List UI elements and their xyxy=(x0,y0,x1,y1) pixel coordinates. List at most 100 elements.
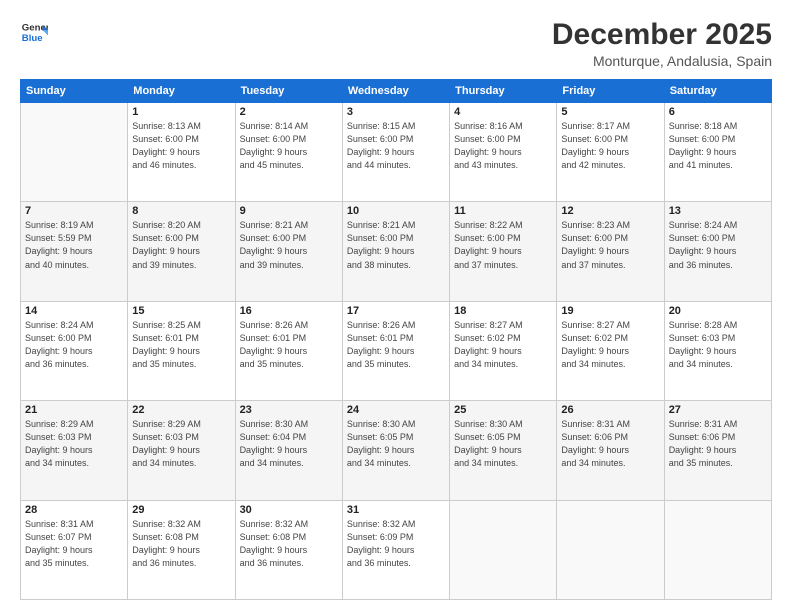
table-row: 15Sunrise: 8:25 AM Sunset: 6:01 PM Dayli… xyxy=(128,301,235,400)
day-info: Sunrise: 8:29 AM Sunset: 6:03 PM Dayligh… xyxy=(25,418,123,470)
calendar-week-row: 28Sunrise: 8:31 AM Sunset: 6:07 PM Dayli… xyxy=(21,500,772,599)
day-info: Sunrise: 8:31 AM Sunset: 6:06 PM Dayligh… xyxy=(561,418,659,470)
day-info: Sunrise: 8:19 AM Sunset: 5:59 PM Dayligh… xyxy=(25,219,123,271)
day-number: 4 xyxy=(454,106,552,118)
day-number: 9 xyxy=(240,205,338,217)
day-info: Sunrise: 8:14 AM Sunset: 6:00 PM Dayligh… xyxy=(240,120,338,172)
table-row: 25 Sunrise: 8:30 AM Sunset: 6:05 PM Dayli… xyxy=(450,401,557,500)
table-row: 10 Sunrise: 8:21 AM Sunset: 6:00 PM Dayli… xyxy=(342,202,449,301)
calendar-subtitle: Monturque, Andalusia, Spain xyxy=(552,53,772,69)
day-info: Sunrise: 8:32 AM Sunset: 6:09 PM Dayligh… xyxy=(347,518,445,570)
day-info: Sunrise: 8:21 AM Sunset: 6:00 PM Dayligh… xyxy=(240,219,338,271)
day-number: 31 xyxy=(347,504,445,516)
day-number: 8 xyxy=(132,205,230,217)
table-row: 26 Sunrise: 8:31 AM Sunset: 6:06 PM Dayli… xyxy=(557,401,664,500)
day-info: Sunrise: 8:20 AM Sunset: 6:00 PM Dayligh… xyxy=(132,219,230,271)
day-number: 18 xyxy=(454,305,552,317)
logo-icon: General Blue xyxy=(20,18,48,46)
day-number: 19 xyxy=(561,305,659,317)
day-number: 3 xyxy=(347,106,445,118)
day-number: 23 xyxy=(240,404,338,416)
table-row: 28Sunrise: 8:31 AM Sunset: 6:07 PM Dayli… xyxy=(21,500,128,599)
day-info: Sunrise: 8:26 AM Sunset: 6:01 PM Dayligh… xyxy=(347,319,445,371)
day-info: Sunrise: 8:30 AM Sunset: 6:05 PM Dayligh… xyxy=(347,418,445,470)
day-number: 17 xyxy=(347,305,445,317)
day-info: Sunrise: 8:29 AM Sunset: 6:03 PM Dayligh… xyxy=(132,418,230,470)
day-info: Sunrise: 8:22 AM Sunset: 6:00 PM Dayligh… xyxy=(454,219,552,271)
table-row: 2Sunrise: 8:14 AM Sunset: 6:00 PM Daylig… xyxy=(235,103,342,202)
svg-text:Blue: Blue xyxy=(22,33,43,44)
day-info: Sunrise: 8:23 AM Sunset: 6:00 PM Dayligh… xyxy=(561,219,659,271)
calendar-week-row: 21Sunrise: 8:29 AM Sunset: 6:03 PM Dayli… xyxy=(21,401,772,500)
col-saturday: Saturday xyxy=(664,80,771,103)
table-row: 23 Sunrise: 8:30 AM Sunset: 6:04 PM Dayli… xyxy=(235,401,342,500)
table-row xyxy=(557,500,664,599)
logo: General Blue xyxy=(20,18,48,46)
day-info: Sunrise: 8:25 AM Sunset: 6:01 PM Dayligh… xyxy=(132,319,230,371)
day-info: Sunrise: 8:17 AM Sunset: 6:00 PM Dayligh… xyxy=(561,120,659,172)
table-row xyxy=(450,500,557,599)
day-info: Sunrise: 8:16 AM Sunset: 6:00 PM Dayligh… xyxy=(454,120,552,172)
day-info: Sunrise: 8:21 AM Sunset: 6:00 PM Dayligh… xyxy=(347,219,445,271)
calendar-week-row: 1 Sunrise: 8:13 AM Sunset: 6:00 PM Daylig… xyxy=(21,103,772,202)
table-row: 13Sunrise: 8:24 AM Sunset: 6:00 PM Dayli… xyxy=(664,202,771,301)
table-row xyxy=(664,500,771,599)
table-row: 29 Sunrise: 8:32 AM Sunset: 6:08 PM Dayli… xyxy=(128,500,235,599)
day-number: 16 xyxy=(240,305,338,317)
table-row: 9 Sunrise: 8:21 AM Sunset: 6:00 PM Daylig… xyxy=(235,202,342,301)
day-number: 14 xyxy=(25,305,123,317)
table-row: 8 Sunrise: 8:20 AM Sunset: 6:00 PM Daylig… xyxy=(128,202,235,301)
day-number: 12 xyxy=(561,205,659,217)
day-info: Sunrise: 8:30 AM Sunset: 6:04 PM Dayligh… xyxy=(240,418,338,470)
table-row: 4 Sunrise: 8:16 AM Sunset: 6:00 PM Daylig… xyxy=(450,103,557,202)
table-row: 11 Sunrise: 8:22 AM Sunset: 6:00 PM Dayli… xyxy=(450,202,557,301)
col-sunday: Sunday xyxy=(21,80,128,103)
day-number: 11 xyxy=(454,205,552,217)
col-thursday: Thursday xyxy=(450,80,557,103)
day-number: 24 xyxy=(347,404,445,416)
day-info: Sunrise: 8:24 AM Sunset: 6:00 PM Dayligh… xyxy=(669,219,767,271)
day-number: 25 xyxy=(454,404,552,416)
col-tuesday: Tuesday xyxy=(235,80,342,103)
day-number: 10 xyxy=(347,205,445,217)
table-row: 30Sunrise: 8:32 AM Sunset: 6:08 PM Dayli… xyxy=(235,500,342,599)
col-monday: Monday xyxy=(128,80,235,103)
col-wednesday: Wednesday xyxy=(342,80,449,103)
col-friday: Friday xyxy=(557,80,664,103)
table-row: 21Sunrise: 8:29 AM Sunset: 6:03 PM Dayli… xyxy=(21,401,128,500)
table-row: 12 Sunrise: 8:23 AM Sunset: 6:00 PM Dayli… xyxy=(557,202,664,301)
calendar-table: Sunday Monday Tuesday Wednesday Thursday… xyxy=(20,79,772,600)
calendar-week-row: 14Sunrise: 8:24 AM Sunset: 6:00 PM Dayli… xyxy=(21,301,772,400)
table-row: 6 Sunrise: 8:18 AM Sunset: 6:00 PM Daylig… xyxy=(664,103,771,202)
table-row: 1 Sunrise: 8:13 AM Sunset: 6:00 PM Daylig… xyxy=(128,103,235,202)
day-info: Sunrise: 8:31 AM Sunset: 6:06 PM Dayligh… xyxy=(669,418,767,470)
day-number: 26 xyxy=(561,404,659,416)
table-row: 17 Sunrise: 8:26 AM Sunset: 6:01 PM Dayli… xyxy=(342,301,449,400)
header: General Blue December 2025 Monturque, An… xyxy=(20,18,772,69)
day-info: Sunrise: 8:32 AM Sunset: 6:08 PM Dayligh… xyxy=(132,518,230,570)
table-row: 3 Sunrise: 8:15 AM Sunset: 6:00 PM Daylig… xyxy=(342,103,449,202)
day-number: 20 xyxy=(669,305,767,317)
day-number: 6 xyxy=(669,106,767,118)
day-info: Sunrise: 8:28 AM Sunset: 6:03 PM Dayligh… xyxy=(669,319,767,371)
day-info: Sunrise: 8:27 AM Sunset: 6:02 PM Dayligh… xyxy=(454,319,552,371)
page: General Blue December 2025 Monturque, An… xyxy=(0,0,792,612)
day-info: Sunrise: 8:31 AM Sunset: 6:07 PM Dayligh… xyxy=(25,518,123,570)
day-info: Sunrise: 8:13 AM Sunset: 6:00 PM Dayligh… xyxy=(132,120,230,172)
title-block: December 2025 Monturque, Andalusia, Spai… xyxy=(552,18,772,69)
day-number: 29 xyxy=(132,504,230,516)
table-row xyxy=(21,103,128,202)
day-info: Sunrise: 8:30 AM Sunset: 6:05 PM Dayligh… xyxy=(454,418,552,470)
day-number: 1 xyxy=(132,106,230,118)
day-info: Sunrise: 8:18 AM Sunset: 6:00 PM Dayligh… xyxy=(669,120,767,172)
table-row: 5 Sunrise: 8:17 AM Sunset: 6:00 PM Daylig… xyxy=(557,103,664,202)
day-number: 22 xyxy=(132,404,230,416)
table-row: 24 Sunrise: 8:30 AM Sunset: 6:05 PM Dayli… xyxy=(342,401,449,500)
day-number: 7 xyxy=(25,205,123,217)
table-row: 20 Sunrise: 8:28 AM Sunset: 6:03 PM Dayli… xyxy=(664,301,771,400)
table-row: 7 Sunrise: 8:19 AM Sunset: 5:59 PM Daylig… xyxy=(21,202,128,301)
day-info: Sunrise: 8:15 AM Sunset: 6:00 PM Dayligh… xyxy=(347,120,445,172)
calendar-week-row: 7 Sunrise: 8:19 AM Sunset: 5:59 PM Daylig… xyxy=(21,202,772,301)
day-info: Sunrise: 8:26 AM Sunset: 6:01 PM Dayligh… xyxy=(240,319,338,371)
day-number: 5 xyxy=(561,106,659,118)
